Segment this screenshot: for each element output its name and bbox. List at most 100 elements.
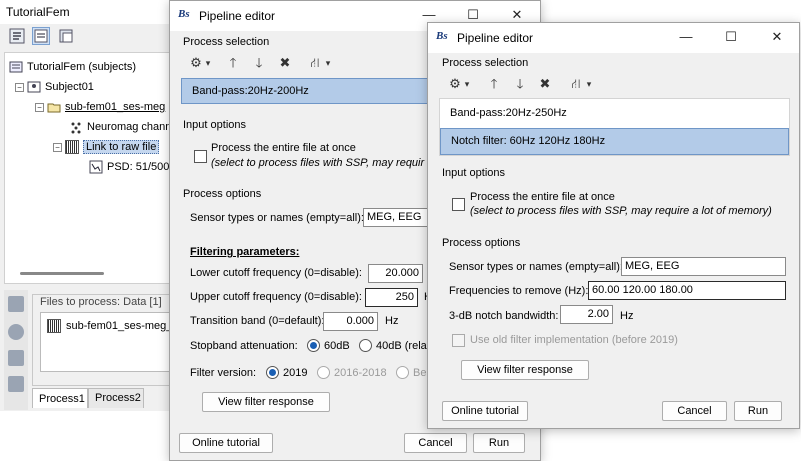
studies-view-icon[interactable] — [32, 27, 50, 45]
online-tutorial-button[interactable]: Online tutorial — [442, 401, 528, 421]
entire-file-sub: (select to process files with SSP, may r… — [470, 205, 772, 217]
minimize-icon[interactable]: — — [420, 7, 438, 23]
delete-icon[interactable]: ✖ — [537, 74, 553, 94]
transition-band-input[interactable]: 0.000 — [323, 312, 378, 331]
lower-cutoff-label: Lower cutoff frequency (0=disable): — [190, 267, 362, 279]
run-button[interactable]: Run — [473, 433, 525, 453]
delete-icon[interactable]: ✖ — [277, 53, 293, 73]
process-item[interactable]: Band-pass:20Hz-200Hz — [181, 78, 431, 104]
upper-cutoff-input[interactable]: 250 — [365, 288, 418, 307]
stopband-label: Stopband attenuation: — [190, 340, 298, 352]
dialog-title: Pipeline editor — [199, 9, 276, 23]
tree-link-raw[interactable]: − Link to raw file — [53, 139, 160, 155]
sensor-types-input[interactable]: MEG, EEG — [621, 257, 786, 276]
chevron-down-icon[interactable]: ▾ — [462, 74, 472, 94]
entire-file-sub: (select to process files with SSP, may r… — [211, 157, 425, 169]
filter-version-2019-radio[interactable] — [266, 366, 279, 379]
raw-data-icon — [65, 140, 79, 154]
notch-bandwidth-label: 3-dB notch bandwidth: — [449, 310, 559, 322]
chevron-down-icon[interactable]: ▾ — [323, 53, 333, 73]
collapse-icon[interactable]: − — [15, 82, 24, 92]
stopband-40db-radio[interactable] — [359, 339, 372, 352]
tab-process2[interactable]: Process2 — [88, 388, 144, 408]
maximize-icon[interactable]: ☐ — [722, 29, 740, 45]
process-options-label: Process options — [442, 237, 521, 249]
tree-raw-folder[interactable]: − sub-fem01_ses-meg — [35, 99, 165, 115]
run-button[interactable]: Run — [734, 401, 782, 421]
move-down-icon[interactable]: 🡓 — [251, 53, 267, 73]
tree-link-label: Link to raw file — [83, 140, 160, 154]
subjects-view-icon[interactable] — [8, 27, 26, 45]
sources-filter-icon[interactable] — [8, 324, 24, 340]
pipeline-tree-icon[interactable]: ⛙ — [568, 74, 584, 94]
minimize-icon[interactable]: — — [677, 29, 695, 45]
old-filter-checkbox[interactable] — [452, 334, 465, 347]
files-to-process-title: Files to process: Data [1] — [40, 296, 162, 308]
brainstorm-logo-icon: Bs — [436, 30, 448, 42]
files-list-item[interactable]: sub-fem01_ses-meg_ — [47, 319, 172, 333]
tree-psd-label: PSD: 51/5000 — [107, 161, 176, 173]
collapse-icon[interactable]: − — [53, 142, 62, 152]
entire-file-checkbox[interactable] — [452, 198, 465, 211]
timefreq-filter-icon[interactable] — [8, 350, 24, 366]
dialog-title: Pipeline editor — [457, 31, 534, 45]
cancel-button[interactable]: Cancel — [662, 401, 727, 421]
process-item-bandpass[interactable]: Band-pass:20Hz-250Hz — [440, 101, 789, 127]
entire-file-checkbox[interactable] — [194, 150, 207, 163]
chevron-down-icon[interactable]: ▾ — [203, 53, 213, 73]
conditions-view-icon[interactable] — [57, 27, 75, 45]
filter-version-before-radio[interactable] — [396, 366, 409, 379]
tree-root-label: TutorialFem (subjects) — [27, 61, 137, 73]
notch-bandwidth-input[interactable]: 2.00 — [560, 305, 613, 324]
sensor-types-label: Sensor types or names (empty=all): — [190, 212, 364, 224]
tree-subject-label: Subject01 — [45, 81, 94, 93]
stopband-40db-label: 40dB (rela — [376, 340, 427, 352]
filter-version-before-label: Be — [413, 367, 427, 379]
maximize-icon[interactable]: ☐ — [464, 7, 482, 23]
chevron-down-icon[interactable]: ▾ — [584, 74, 594, 94]
close-icon[interactable]: ✕ — [768, 29, 786, 45]
notch-bandwidth-unit: Hz — [620, 310, 634, 322]
filtering-parameters-heading: Filtering parameters: — [190, 246, 300, 258]
collapse-icon[interactable]: − — [35, 102, 44, 112]
brainstorm-logo-icon: Bs — [178, 8, 190, 20]
tree-horizontal-scrollbar[interactable] — [20, 272, 104, 275]
files-list[interactable]: sub-fem01_ses-meg_ — [40, 312, 172, 372]
process-selection-label: Process selection — [183, 36, 270, 48]
move-up-icon[interactable]: 🡑 — [486, 74, 502, 94]
channel-icon — [69, 120, 83, 134]
raw-data-filter-icon[interactable] — [8, 296, 24, 312]
transition-band-unit: Hz — [385, 315, 399, 327]
move-down-icon[interactable]: 🡓 — [512, 74, 528, 94]
stopband-60db-radio[interactable] — [307, 339, 320, 352]
filter-version-2016-radio[interactable] — [317, 366, 330, 379]
pipeline-tree-icon[interactable]: ⛙ — [307, 53, 323, 73]
online-tutorial-button[interactable]: Online tutorial — [179, 433, 273, 453]
close-icon[interactable]: ✕ — [508, 7, 526, 23]
stopband-60db-label: 60dB — [324, 340, 350, 352]
transition-band-label: Transition band (0=default): — [190, 315, 325, 327]
process-item-notch[interactable]: Notch filter: 60Hz 120Hz 180Hz — [440, 128, 789, 155]
sensor-types-input[interactable]: MEG, EEG — [363, 208, 433, 227]
main-window-title: TutorialFem — [0, 0, 172, 24]
tree-root[interactable]: TutorialFem (subjects) — [9, 59, 136, 75]
move-up-icon[interactable]: 🡑 — [225, 53, 241, 73]
tree-psd[interactable]: PSD: 51/5000 — [89, 159, 176, 175]
tab-process1[interactable]: Process1 — [32, 388, 88, 408]
psd-icon — [89, 160, 103, 174]
tree-subject[interactable]: − Subject01 — [15, 79, 94, 95]
frequencies-input[interactable]: 60.00 120.00 180.00 — [588, 281, 786, 300]
view-filter-response-button[interactable]: View filter response — [461, 360, 589, 380]
matrix-filter-icon[interactable] — [8, 376, 24, 392]
process-toolbar: ⚙ ▾ 🡑 🡓 ✖ ⛙ ▾ — [183, 53, 443, 73]
view-filter-response-button[interactable]: View filter response — [202, 392, 330, 412]
lower-cutoff-input[interactable]: 20.000 — [368, 264, 423, 283]
process-options-label: Process options — [183, 188, 262, 200]
raw-data-icon — [47, 319, 61, 333]
process-selection-label: Process selection — [442, 57, 529, 69]
cancel-button[interactable]: Cancel — [404, 433, 467, 453]
tree-channel[interactable]: Neuromag chann — [69, 119, 171, 135]
process-side-toolbar — [4, 290, 28, 410]
dialog-titlebar[interactable]: Bs Pipeline editor — ☐ ✕ — [428, 23, 799, 53]
files-list-item-label: sub-fem01_ses-meg_ — [66, 320, 173, 332]
